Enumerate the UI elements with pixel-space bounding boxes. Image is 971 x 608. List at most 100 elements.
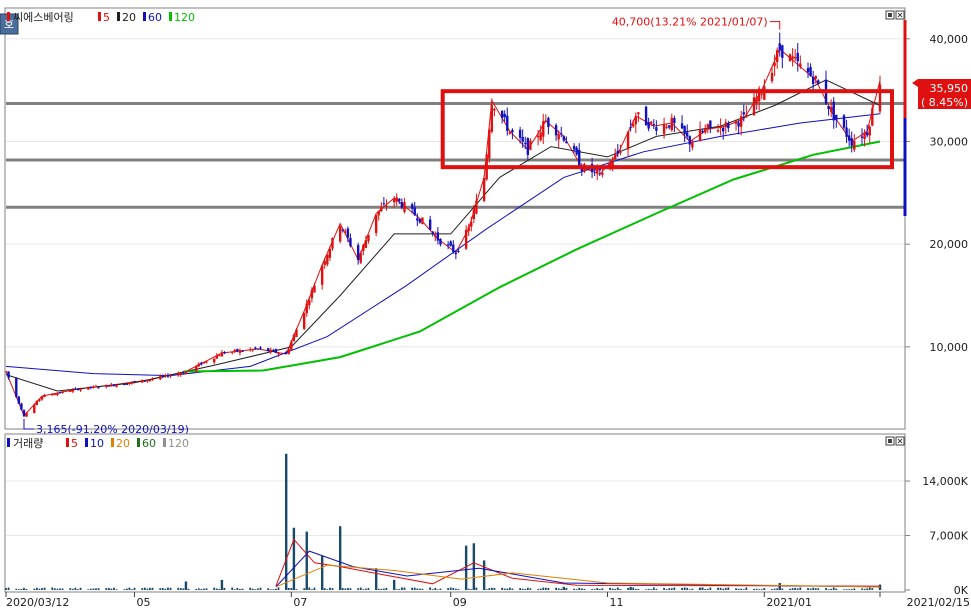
legend-label: 60: [148, 11, 162, 24]
volume-bar: [799, 587, 802, 590]
candle-body: [449, 241, 452, 246]
volume-bar: [773, 588, 776, 590]
volume-bar: [727, 587, 730, 590]
candle-body: [709, 120, 712, 128]
volume-bar: [215, 588, 218, 590]
candle-body: [308, 300, 311, 306]
volume-bar: [382, 588, 385, 590]
legend-swatch: [137, 438, 140, 447]
volume-bar: [482, 560, 486, 590]
legend-label: 120: [168, 437, 189, 450]
volume-bar: [871, 588, 874, 590]
candle-body: [578, 149, 581, 167]
candle-body: [187, 370, 190, 372]
volume-bar: [251, 588, 254, 590]
candle-body: [506, 115, 509, 131]
legend-swatch: [111, 438, 114, 447]
volume-bar: [141, 588, 144, 590]
candle-body: [688, 136, 691, 145]
volume-bar: [557, 588, 560, 590]
volume-bar: [7, 587, 10, 590]
volume-bar: [74, 587, 77, 590]
candle-body: [745, 114, 748, 118]
volume-bar: [701, 587, 704, 590]
volume-bar: [868, 587, 871, 590]
candle-body: [760, 93, 763, 95]
volume-bar: [403, 587, 406, 590]
volume-bar: [663, 587, 665, 590]
volume-bar: [789, 588, 791, 590]
candle-body: [835, 114, 838, 120]
volume-bar: [25, 588, 28, 590]
candle-body: [328, 248, 332, 258]
volume-bar: [400, 587, 403, 590]
candle-body: [362, 244, 365, 252]
legend-marker: [7, 12, 10, 21]
volume-bar: [385, 587, 388, 590]
volume-bar: [305, 531, 308, 590]
volume-bar: [665, 589, 668, 590]
volume-bar: [485, 589, 488, 590]
candle-body: [197, 363, 200, 367]
volume-bar: [614, 588, 617, 590]
candle-body: [793, 57, 797, 59]
candle-body: [791, 56, 794, 59]
candle-body: [233, 350, 236, 352]
volume-bar: [15, 588, 18, 590]
volume-bar: [284, 453, 288, 590]
candle-body: [572, 146, 576, 150]
volume-bar: [331, 588, 334, 590]
candle-body: [452, 244, 455, 252]
volume-bar: [434, 587, 437, 590]
candle-body: [205, 361, 208, 363]
volume-bar: [598, 588, 601, 590]
candle-body: [436, 232, 440, 241]
candle-body: [704, 129, 707, 133]
volume-bar: [259, 587, 262, 590]
volume-bar: [167, 587, 169, 590]
volume-bar: [169, 587, 172, 590]
volume-bar: [611, 588, 614, 590]
candle-body: [200, 362, 203, 365]
volume-bar: [105, 588, 108, 590]
candle-body: [146, 380, 149, 382]
volume-bar: [493, 587, 496, 590]
volume-bar: [53, 588, 56, 590]
candle-body: [868, 126, 871, 136]
volume-bar: [771, 589, 773, 590]
price-tick-label: 30,000: [930, 135, 969, 148]
volume-bar: [38, 588, 41, 590]
volume-bar: [59, 588, 61, 590]
candle-body: [249, 349, 252, 351]
volume-bar: [257, 588, 259, 590]
candle-body: [367, 234, 370, 241]
legend-label: 60: [142, 437, 156, 450]
price-panel: 40,700(13.21% 2021/01/07)3,165(-91.20% 2…: [4, 7, 906, 436]
candle-body: [529, 140, 532, 150]
volume-bar: [627, 588, 629, 590]
volume-bar: [637, 589, 640, 590]
candle-body: [184, 371, 188, 374]
volume-bar: [609, 587, 611, 590]
candle-body: [346, 228, 350, 238]
volume-bar: [182, 588, 185, 590]
volume-bar: [338, 526, 342, 590]
candle-body: [845, 127, 848, 137]
candle-body: [4, 371, 8, 373]
volume-bar: [23, 587, 25, 590]
candle-body: [632, 124, 635, 127]
volume-bar: [591, 589, 593, 590]
volume-bar: [686, 587, 689, 590]
volume-bar: [97, 588, 100, 590]
volume-bar: [184, 581, 188, 590]
candle-body: [775, 50, 779, 63]
x-tick-label: 11: [610, 596, 624, 608]
candle-body: [811, 76, 815, 85]
volume-bar: [203, 588, 205, 590]
volume-bar: [87, 589, 90, 590]
candle-body: [439, 238, 442, 245]
volume-bar: [249, 587, 252, 590]
candle-body: [560, 133, 563, 135]
candle-body: [338, 226, 342, 242]
volume-bar: [323, 588, 326, 590]
